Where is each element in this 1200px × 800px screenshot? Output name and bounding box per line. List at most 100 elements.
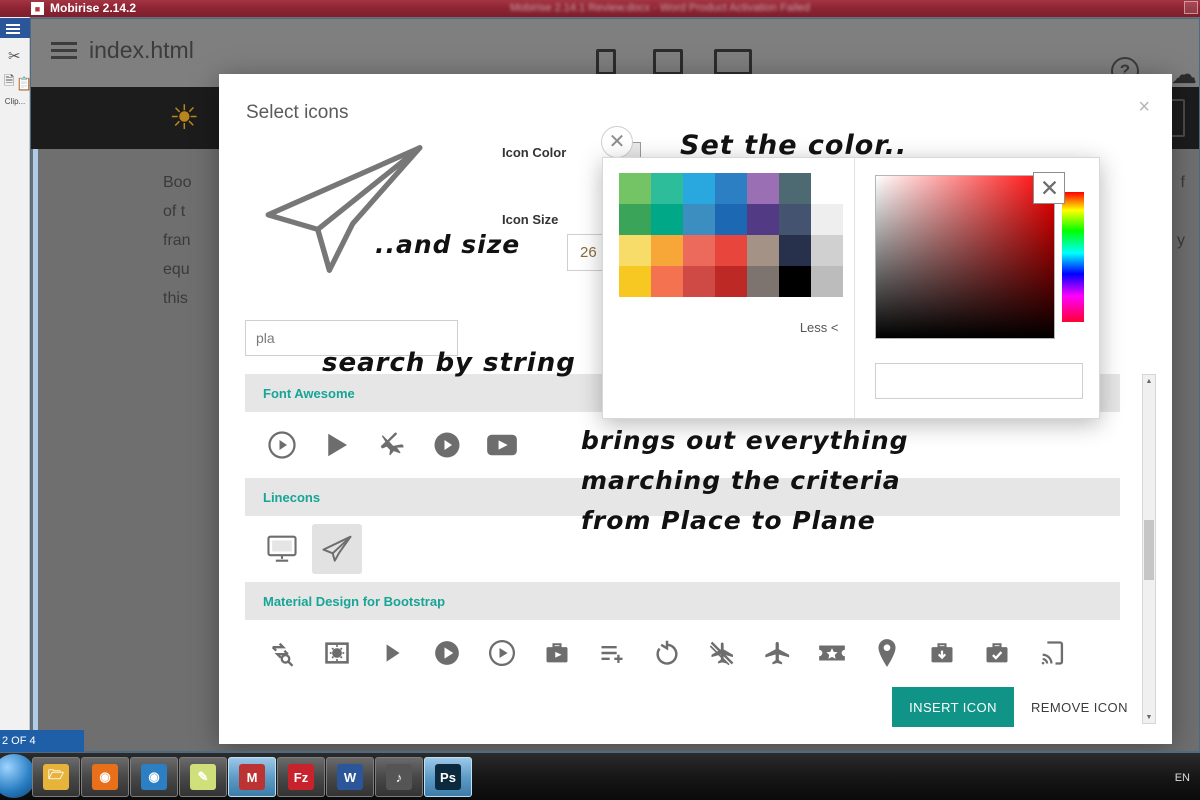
color-swatch[interactable] xyxy=(811,266,843,297)
taskbar-item-audio-app[interactable]: ♪ xyxy=(375,757,423,797)
play-circle-outline-icon[interactable] xyxy=(257,420,307,470)
color-swatch[interactable] xyxy=(683,173,715,204)
scroll-up-arrow[interactable]: ▲ xyxy=(1143,375,1155,387)
play-circle-filled-icon[interactable] xyxy=(422,420,472,470)
close-icon[interactable]: ✕ xyxy=(1033,172,1065,204)
brightness-contrast-icon[interactable] xyxy=(312,628,362,678)
hue-slider[interactable] xyxy=(1062,192,1084,322)
color-swatch[interactable] xyxy=(619,173,651,204)
plane-icon[interactable] xyxy=(367,420,417,470)
insert-icon-button[interactable]: INSERT ICON xyxy=(892,687,1014,727)
taskbar-item-file-explorer[interactable]: 🗁 xyxy=(32,757,80,797)
close-icon[interactable]: ✕ xyxy=(601,126,633,158)
replay-icon[interactable] xyxy=(642,628,692,678)
color-swatch[interactable] xyxy=(811,235,843,266)
custom-color-panel: ✕ xyxy=(855,158,1099,418)
business-play-icon[interactable] xyxy=(532,628,582,678)
hamburger-menu-icon[interactable] xyxy=(51,42,77,60)
color-picker-popover: Less < ✕ xyxy=(602,157,1100,419)
tablet-preview-icon[interactable] xyxy=(653,49,683,75)
play-circle-outline-icon[interactable] xyxy=(477,628,527,678)
work-check-icon[interactable] xyxy=(972,628,1022,678)
hex-color-input[interactable] xyxy=(875,363,1083,399)
color-swatch[interactable] xyxy=(651,235,683,266)
copy-icon[interactable]: 🗎 xyxy=(4,72,14,94)
color-swatch[interactable] xyxy=(651,204,683,235)
color-swatch-panel: Less < xyxy=(603,158,855,418)
taskbar-item-photoshop[interactable]: Ps xyxy=(424,757,472,797)
color-swatch[interactable] xyxy=(651,266,683,297)
taskbar-item-web-browser[interactable]: ◉ xyxy=(130,757,178,797)
youtube-play-icon[interactable] xyxy=(477,420,527,470)
annotation-search-by-string: search by string xyxy=(322,348,576,378)
results-scrollbar[interactable]: ▲ ▼ xyxy=(1142,374,1156,724)
annotation-line-3: from Place to Plane xyxy=(581,506,876,535)
color-swatch-grid[interactable] xyxy=(619,173,843,297)
color-swatch[interactable] xyxy=(619,235,651,266)
color-swatch[interactable] xyxy=(747,204,779,235)
screen-share-cast-icon[interactable] xyxy=(1027,628,1077,678)
preview-text-line: equ xyxy=(163,261,190,279)
taskbar-item-notepad[interactable]: ✎ xyxy=(179,757,227,797)
preview-text-line: this xyxy=(163,290,188,308)
color-swatch[interactable] xyxy=(779,204,811,235)
saturation-value-square[interactable] xyxy=(875,175,1055,339)
play-icon[interactable] xyxy=(312,420,362,470)
preview-text-line: of t xyxy=(163,203,185,221)
color-swatch[interactable] xyxy=(683,204,715,235)
annotation-line-2: marching the criteria xyxy=(581,466,901,495)
color-swatch[interactable] xyxy=(811,173,843,204)
color-swatch[interactable] xyxy=(811,204,843,235)
airplanemode-off-icon[interactable] xyxy=(697,628,747,678)
color-swatch[interactable] xyxy=(715,235,747,266)
color-swatch[interactable] xyxy=(779,173,811,204)
preview-text-line: Boo xyxy=(163,174,191,192)
color-swatch[interactable] xyxy=(747,235,779,266)
cut-icon[interactable]: ✂ xyxy=(8,47,21,65)
play-circle-filled-icon[interactable] xyxy=(422,628,472,678)
group-label: Linecons xyxy=(263,490,320,505)
color-swatch[interactable] xyxy=(715,173,747,204)
icon-size-label: Icon Size xyxy=(502,212,558,227)
taskbar-item-filezilla[interactable]: Fz xyxy=(277,757,325,797)
airplanemode-active-icon[interactable] xyxy=(752,628,802,678)
compare-arrows-search-icon[interactable] xyxy=(257,628,307,678)
color-swatch[interactable] xyxy=(715,204,747,235)
taskbar-item-mobirise[interactable]: M xyxy=(228,757,276,797)
taskbar-item-word[interactable]: W xyxy=(326,757,374,797)
notepad-icon: ✎ xyxy=(190,764,216,790)
language-indicator: EN xyxy=(1175,772,1190,784)
remove-icon-button[interactable]: REMOVE ICON xyxy=(1031,687,1151,727)
color-swatch[interactable] xyxy=(779,266,811,297)
taskbar-item-firefox[interactable]: ◉ xyxy=(81,757,129,797)
background-app-name: Mobirise 2.14.2 xyxy=(50,1,136,15)
window-controls[interactable] xyxy=(1184,1,1198,14)
work-download-icon[interactable] xyxy=(917,628,967,678)
paper-plane-icon[interactable] xyxy=(312,524,362,574)
display-monitor-icon[interactable] xyxy=(257,524,307,574)
color-swatch[interactable] xyxy=(747,173,779,204)
color-swatch[interactable] xyxy=(651,173,683,204)
playlist-add-icon[interactable] xyxy=(587,628,637,678)
start-button[interactable] xyxy=(0,754,36,798)
local-play-ticket-icon[interactable] xyxy=(807,628,857,678)
cloud-upload-icon[interactable]: ☁ xyxy=(1171,59,1197,90)
color-swatch[interactable] xyxy=(715,266,747,297)
color-swatch[interactable] xyxy=(779,235,811,266)
color-swatch[interactable] xyxy=(619,204,651,235)
group-label: Font Awesome xyxy=(263,386,355,401)
desktop-preview-icon[interactable] xyxy=(714,49,752,75)
less-toggle-link[interactable]: Less < xyxy=(800,320,839,335)
scrollbar-thumb[interactable] xyxy=(1144,520,1154,580)
firefox-icon: ◉ xyxy=(92,764,118,790)
close-icon[interactable]: × xyxy=(1138,100,1150,114)
color-swatch[interactable] xyxy=(683,235,715,266)
place-pin-icon[interactable] xyxy=(862,628,912,678)
color-swatch[interactable] xyxy=(747,266,779,297)
color-swatch[interactable] xyxy=(619,266,651,297)
ribbon-menu-icon[interactable] xyxy=(0,18,30,38)
mobile-preview-icon[interactable] xyxy=(596,49,616,75)
color-swatch[interactable] xyxy=(683,266,715,297)
web-browser-icon: ◉ xyxy=(141,764,167,790)
play-arrow-icon[interactable] xyxy=(367,628,417,678)
